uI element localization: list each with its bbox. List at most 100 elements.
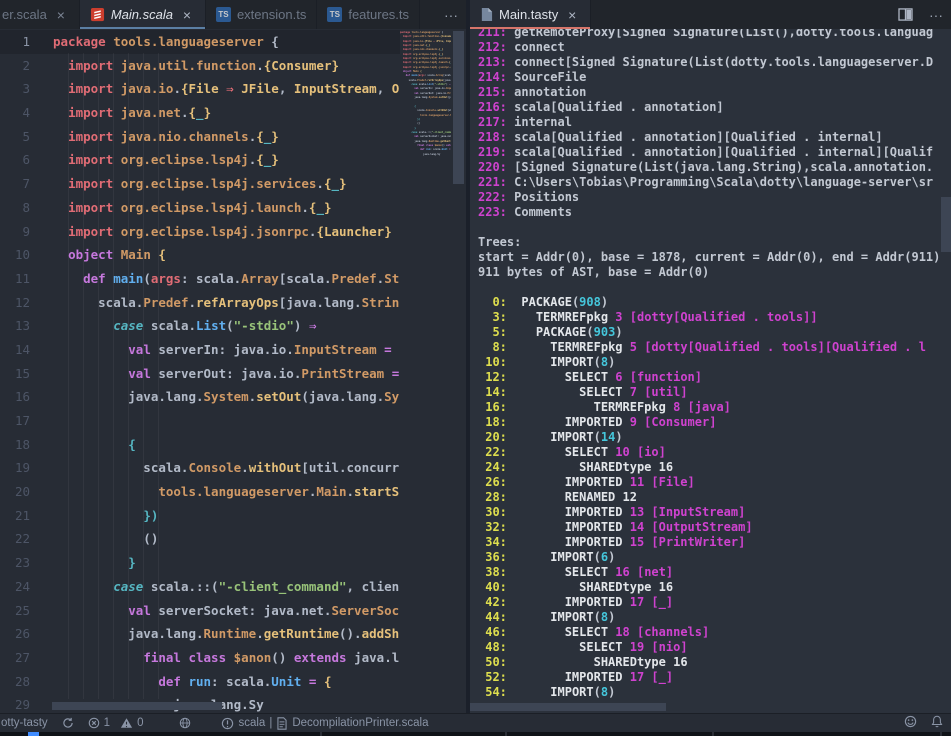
horizontal-scrollbar[interactable] <box>52 702 222 710</box>
tasty-line: 8: TERMREFpkg 5 [dotty[Qualified . tools… <box>478 340 951 355</box>
editor-right[interactable]: 211: getRemoteProxy[Signed Signature(Lis… <box>470 29 951 713</box>
divider: | <box>269 717 272 729</box>
tasty-line: 48: SELECT 19 [nio] <box>478 640 951 655</box>
warnings-count: 0 <box>137 717 143 729</box>
tasty-line: 16: TERMREFpkg 8 [java] <box>478 400 951 415</box>
code-line: 28 def run: scala.Unit = { <box>0 670 466 694</box>
code-line: 9 import org.eclipse.lsp4j.jsonrpc.{Laun… <box>0 220 466 244</box>
problems-item[interactable]: 1 0 <box>88 717 144 729</box>
code-line: 20 tools.languageserver.Main.startS <box>0 480 466 504</box>
code-line: 26 java.lang.Runtime.getRuntime().addSh <box>0 622 466 646</box>
tasty-line: 218: scala[Qualified . annotation][Quali… <box>478 130 951 145</box>
tasty-line: 34: IMPORTED 15 [PrintWriter] <box>478 535 951 550</box>
tab-bar-right: Main.tasty × ··· <box>470 0 951 29</box>
tasty-line: 30: IMPORTED 13 [InputStream] <box>478 505 951 520</box>
split-editor-icon <box>898 8 913 21</box>
bottom-strip <box>0 732 951 736</box>
tasty-line: 215: annotation <box>478 85 951 100</box>
tab-label: Main.scala <box>111 7 173 22</box>
language-status-item[interactable]: scala | DecompilationPrinter.scala <box>221 717 428 730</box>
minimap[interactable]: package tools.languageserver { import ja… <box>400 29 451 713</box>
vertical-scrollbar-track <box>451 29 466 713</box>
split-editor-button[interactable] <box>890 0 921 29</box>
feedback-button[interactable] <box>904 715 917 731</box>
tasty-line: 211: getRemoteProxy[Signed Signature(Lis… <box>478 29 951 40</box>
tasty-line: 36: IMPORT(6) <box>478 550 951 565</box>
tasty-line: 32: IMPORTED 14 [OutputStream] <box>478 520 951 535</box>
line-number: 20 <box>0 480 30 504</box>
line-number: 16 <box>0 385 30 409</box>
line-number: 3 <box>0 77 30 101</box>
indent-guide <box>113 53 114 699</box>
tasty-line: 14: SELECT 7 [util] <box>478 385 951 400</box>
tasty-line: 22: SELECT 10 [io] <box>478 445 951 460</box>
indent-guide <box>158 53 159 699</box>
errors-count: 1 <box>104 717 110 729</box>
line-number: 11 <box>0 267 30 291</box>
tab-label: Main.tasty <box>499 7 558 22</box>
line-number: 17 <box>0 409 30 433</box>
tab-label: features.ts <box>348 7 409 22</box>
minimap-line: java.lang.System.setOut(java.lang.Sy <box>400 96 451 100</box>
vertical-scrollbar[interactable] <box>453 31 464 184</box>
tasty-line: 50: SHAREDtype 16 <box>478 655 951 670</box>
status-bar: otty-tasty 1 0 <box>0 713 951 732</box>
ellipsis-icon: ··· <box>929 7 943 23</box>
tab-er-scala[interactable]: er.scala × <box>0 0 80 29</box>
close-icon[interactable]: × <box>564 7 580 23</box>
tasty-line: 54: IMPORT(8) <box>478 685 951 700</box>
tab-bar-left: er.scala × Main.scala × <box>0 0 466 29</box>
code-line: 22 () <box>0 527 466 551</box>
horizontal-scrollbar[interactable] <box>470 703 666 711</box>
code-line: 13 case scala.List("-stdio") ⇒ <box>0 314 466 338</box>
typescript-icon: TS <box>216 7 231 22</box>
tab-extension-ts[interactable]: TS extension.ts <box>206 0 317 29</box>
line-number: 5 <box>0 125 30 149</box>
code-line: 17 <box>0 409 466 433</box>
git-branch-item[interactable]: otty-tasty <box>1 717 48 729</box>
code-line: 18 { <box>0 433 466 457</box>
live-share-button[interactable] <box>179 717 191 729</box>
tab-main-scala[interactable]: Main.scala × <box>80 0 206 29</box>
tasty-line: 18: IMPORTED 9 [Consumer] <box>478 415 951 430</box>
editor-group-left: er.scala × Main.scala × <box>0 0 466 713</box>
code-line: 25 val serverSocket: java.net.ServerSoc <box>0 599 466 623</box>
close-icon[interactable]: × <box>53 7 69 23</box>
line-number: 28 <box>0 670 30 694</box>
more-actions-button[interactable]: ··· <box>436 0 466 29</box>
tab-features-ts[interactable]: TS features.ts <box>317 0 420 29</box>
code-line: 21 }) <box>0 504 466 528</box>
tasty-line: 222: Positions <box>478 190 951 205</box>
line-number: 9 <box>0 220 30 244</box>
warnings-icon <box>120 717 133 729</box>
tasty-line: 20: IMPORT(14) <box>478 430 951 445</box>
bell-icon <box>931 715 943 728</box>
tab-main-tasty[interactable]: Main.tasty × <box>470 0 591 29</box>
code-line: 15 val serverOut: java.io.PrintStream = <box>0 362 466 386</box>
vertical-scrollbar[interactable] <box>941 197 951 252</box>
minimap-line: java.lang.Sy <box>400 153 451 157</box>
indent-guide <box>143 53 144 699</box>
right-code-lines: 211: getRemoteProxy[Signed Signature(Lis… <box>478 29 951 700</box>
line-number: 7 <box>0 172 30 196</box>
notifications-button[interactable] <box>931 715 943 731</box>
editor-left[interactable]: 1package tools.languageserver {2 import … <box>0 29 466 713</box>
line-number: 26 <box>0 622 30 646</box>
language-status-icon <box>221 717 234 730</box>
branch-label: otty-tasty <box>1 717 48 729</box>
tabbar-spacer <box>420 0 436 29</box>
more-actions-button[interactable]: ··· <box>921 0 951 29</box>
line-number: 1 <box>0 30 30 54</box>
indent-guide <box>98 53 99 699</box>
sync-button[interactable] <box>62 717 74 729</box>
tab-label: er.scala <box>2 7 47 22</box>
line-number: 23 <box>0 551 30 575</box>
taskbar-tick <box>712 732 714 736</box>
indent-guide <box>68 53 69 699</box>
code-line: 23 } <box>0 551 466 575</box>
line-number: 12 <box>0 291 30 315</box>
code-line: 12 scala.Predef.refArrayOps[java.lang.St… <box>0 291 466 315</box>
close-icon[interactable]: × <box>179 7 195 23</box>
line-number: 14 <box>0 338 30 362</box>
code-line: 14 val serverIn: java.io.InputStream = j <box>0 338 466 362</box>
